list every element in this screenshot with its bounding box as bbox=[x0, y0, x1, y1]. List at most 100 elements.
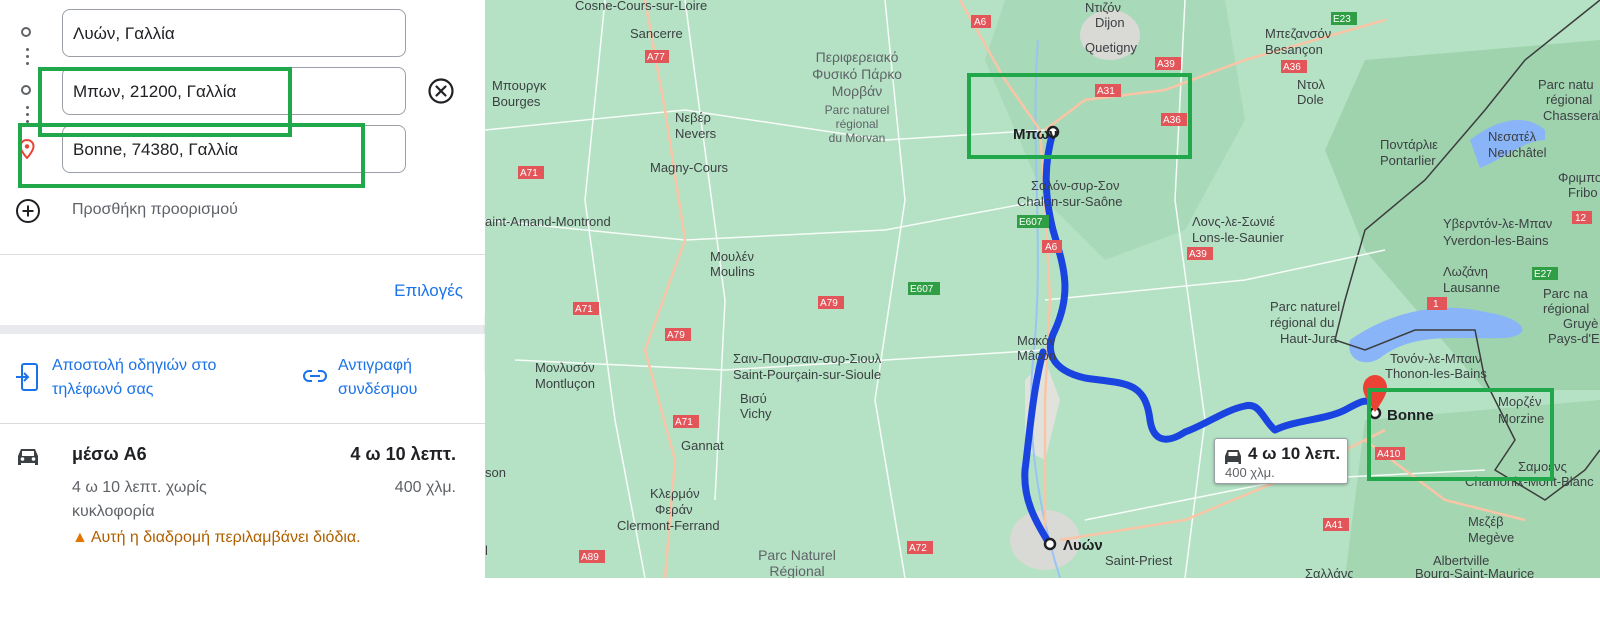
map-label: Μορζέν bbox=[1498, 394, 1541, 409]
shield-a71: A71 bbox=[520, 168, 538, 179]
shield-e607: E607 bbox=[1019, 217, 1043, 228]
shield-a79: A79 bbox=[667, 330, 685, 341]
map-label: Μουλέν bbox=[710, 249, 754, 264]
map-label: Μονλυσόν bbox=[535, 360, 595, 375]
origin-marker[interactable] bbox=[1043, 537, 1057, 551]
shield-a89: A89 bbox=[581, 552, 599, 563]
map-label: Pays-d'E bbox=[1548, 331, 1600, 346]
destination-input[interactable]: Bonne, 74380, Γαλλία bbox=[62, 125, 406, 173]
map-label: régional bbox=[1546, 92, 1592, 107]
shield-1: 1 bbox=[1433, 299, 1439, 310]
map-label: Bourg-Saint-Maurice bbox=[1415, 566, 1534, 578]
map-label: Chasseral bbox=[1543, 108, 1600, 123]
shield-a71: A71 bbox=[675, 417, 693, 428]
shield-a36: A36 bbox=[1163, 115, 1181, 126]
shield-a71: A71 bbox=[575, 304, 593, 315]
map-label: Parc naturel bbox=[825, 103, 890, 117]
map-label: Gruyè bbox=[1563, 316, 1598, 331]
origin-circle-icon bbox=[21, 27, 31, 37]
map-label: Moulins bbox=[710, 264, 755, 279]
car-icon bbox=[1225, 450, 1241, 464]
stop-row-destination: Bonne, 74380, Γαλλία bbox=[0, 125, 485, 175]
shield-a79: A79 bbox=[820, 298, 838, 309]
map-label: Mâcon bbox=[1017, 348, 1056, 363]
send-to-phone-icon bbox=[16, 363, 38, 391]
map-label: Κλερμόν bbox=[650, 486, 700, 501]
map-label: Clermont-Ferrand bbox=[617, 518, 720, 533]
map-label: Parc Naturel bbox=[758, 547, 836, 563]
map-label: Μορβάν bbox=[832, 83, 883, 99]
map-label: Parc na bbox=[1543, 286, 1589, 301]
map-label: Μακόν bbox=[1017, 333, 1055, 348]
map-label: Thonon-les-Bains bbox=[1385, 366, 1487, 381]
stop-row-waypoint: Μπων, 21200, Γαλλία bbox=[0, 67, 485, 117]
shield-12: 12 bbox=[1575, 213, 1587, 224]
divider bbox=[0, 423, 485, 424]
map-label: du Morvan bbox=[829, 131, 886, 145]
map-label: l bbox=[485, 543, 488, 558]
waypoint-input[interactable]: Μπων, 21200, Γαλλία bbox=[62, 67, 406, 115]
map-view[interactable]: A6 A77 E23 A39 A36 A31 A36 A71 E607 A6 A… bbox=[485, 0, 1600, 578]
map-label: Dijon bbox=[1095, 15, 1125, 30]
add-destination-button[interactable]: Προσθήκη προορισμού bbox=[0, 196, 485, 226]
map-label: Σαλλάνς bbox=[1305, 566, 1354, 578]
link-icon bbox=[303, 370, 327, 382]
map-label: Sancerre bbox=[630, 26, 683, 41]
send-to-phone-label: Αποστολή οδηγιών στο τηλέφωνό σας bbox=[52, 357, 217, 398]
tooltip-duration: 4 ω 10 λεπ. bbox=[1248, 444, 1341, 463]
route-distance: 400 χλμ. bbox=[394, 479, 456, 496]
add-destination-label: Προσθήκη προορισμού bbox=[72, 201, 238, 218]
car-icon bbox=[18, 449, 38, 465]
map-label: Μπεζανσόν bbox=[1265, 26, 1331, 41]
shield-a36: A36 bbox=[1283, 62, 1301, 73]
shield-a6: A6 bbox=[974, 17, 987, 28]
map-label: Λυών bbox=[1063, 537, 1103, 554]
route-duration: 4 ω 10 λεπτ. bbox=[350, 444, 456, 464]
map-label: Fribo bbox=[1568, 185, 1598, 200]
route-option[interactable]: μέσω A6 4 ω 10 λεπτ. 4 ω 10 λεπτ. χωρίς … bbox=[0, 440, 485, 578]
add-circle-icon bbox=[16, 199, 40, 223]
map-label: Saint-Priest bbox=[1105, 553, 1173, 568]
shield-a39: A39 bbox=[1189, 249, 1207, 260]
map-label: régional bbox=[1543, 301, 1589, 316]
map-label: Magny-Cours bbox=[650, 160, 729, 175]
origin-input[interactable]: Λυών, Γαλλία bbox=[62, 9, 406, 57]
map-label: Lons-le-Saunier bbox=[1192, 230, 1284, 245]
map-label: Βισύ bbox=[740, 391, 767, 406]
route-dots-icon bbox=[26, 102, 29, 127]
map-label: Nevers bbox=[675, 126, 717, 141]
shield-e27: E27 bbox=[1534, 269, 1552, 280]
copy-link-label: Αντιγραφή συνδέσμου bbox=[338, 357, 418, 398]
map-label: Τονόν-λε-Μπαιν bbox=[1390, 351, 1481, 366]
route-dots-icon bbox=[26, 44, 29, 69]
map-label: Μπουργκ bbox=[492, 78, 547, 93]
map-label: Ντιζόν bbox=[1085, 0, 1121, 15]
destination-pin-icon bbox=[19, 139, 35, 159]
shield-e23: E23 bbox=[1333, 14, 1351, 25]
map-label: Ντολ bbox=[1297, 77, 1325, 92]
close-circle-icon bbox=[428, 78, 454, 104]
shield-a410: A410 bbox=[1377, 449, 1401, 460]
map-label: Νεβέρ bbox=[675, 110, 711, 125]
map-label: régional bbox=[836, 117, 879, 131]
route-tooltip[interactable]: 4 ω 10 λεπ. 400 χλμ. bbox=[1214, 438, 1348, 484]
map-label: régional du bbox=[1270, 315, 1334, 330]
copy-link-button[interactable]: Αντιγραφή συνδέσμου bbox=[302, 352, 482, 408]
map-label: Chamonix-Mont-Blanc bbox=[1465, 474, 1594, 489]
toll-warning: ▲ Αυτή η διαδρομή περιλαμβάνει διόδια. bbox=[72, 529, 361, 547]
map-label: Saint-Pourçain-sur-Sioule bbox=[733, 367, 881, 382]
map-label: Parc naturel bbox=[1270, 299, 1340, 314]
map-label: Dole bbox=[1297, 92, 1324, 107]
options-button[interactable]: Επιλογές bbox=[394, 281, 463, 301]
map-label: Ποντάρλιε bbox=[1380, 137, 1438, 152]
map-label: Bourges bbox=[492, 94, 541, 109]
map-label: Parc natu bbox=[1538, 77, 1594, 92]
send-to-phone-button[interactable]: Αποστολή οδηγιών στο τηλέφωνό σας bbox=[15, 352, 275, 408]
map-label: aint-Amand-Montrond bbox=[485, 214, 611, 229]
remove-stop-button[interactable] bbox=[427, 77, 455, 105]
shield-a77: A77 bbox=[647, 52, 665, 63]
map-label: Lausanne bbox=[1443, 280, 1500, 295]
map-label: Σαμοένς bbox=[1518, 459, 1567, 474]
stop-row-origin: Λυών, Γαλλία bbox=[0, 9, 485, 59]
divider bbox=[0, 254, 485, 255]
